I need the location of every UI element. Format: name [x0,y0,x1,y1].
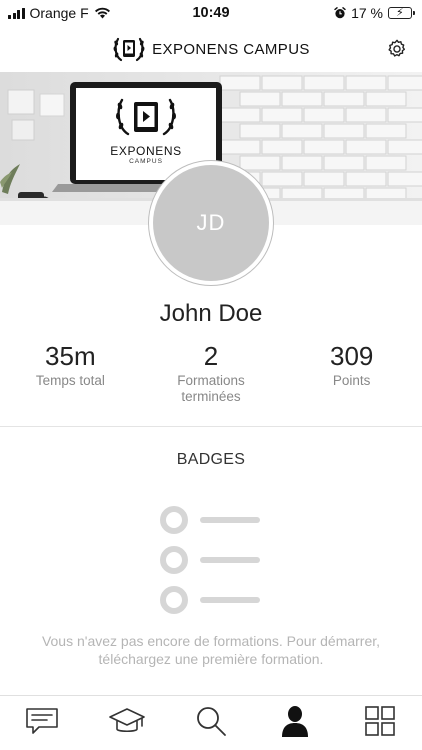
graduation-cap-icon [108,708,145,733]
brand-title: EXPONENS CAMPUS [152,40,310,58]
placeholder-row [160,580,270,620]
wifi-icon [94,7,110,19]
placeholder-row [160,500,270,540]
stats-row: 35m Temps total 2 Formations terminées 3… [0,342,422,405]
tab-messages[interactable] [17,699,67,743]
empty-state-message: Vous n'avez pas encore de formations. Po… [41,633,381,667]
stat-points: 309 Points [281,342,422,405]
user-name: John Doe [159,300,263,327]
stat-value: 2 [203,341,219,371]
laurel-logo-icon [113,37,145,62]
badges-title: BADGES [176,451,246,468]
stat-label: Temps total [35,373,105,388]
status-right: 17 % ⚡ [334,5,415,21]
profile-icon [282,706,309,737]
tab-catalog[interactable] [355,699,405,743]
alarm-icon [334,7,346,19]
signal-icon [8,7,25,19]
tab-search[interactable] [186,699,236,743]
placeholder-line [200,517,260,523]
banner-logo-main: EXPONENS [110,144,182,158]
status-left: Orange F [8,5,111,21]
placeholder-row [160,540,270,580]
settings-button[interactable] [384,36,410,62]
battery-icon: ⚡ [388,7,415,19]
tab-bar [0,695,422,750]
chat-icon [26,708,58,734]
stat-label: Points [332,373,371,388]
placeholder-line [200,557,260,563]
tab-profile[interactable] [270,699,320,743]
gear-icon [388,39,406,57]
search-icon [197,707,226,736]
carrier-name: Orange F [29,5,89,21]
grid-icon [364,706,395,736]
section-divider [0,426,422,427]
avatar[interactable]: JD [153,165,269,281]
status-bar: Orange F 10:49 17 % ⚡ [0,0,422,26]
battery-percent: 17 % [351,5,383,21]
stat-value: 35m [45,341,96,371]
avatar-ring: JD [148,160,274,286]
brand: EXPONENS CAMPUS [112,34,310,64]
placeholder-line [200,597,260,603]
empty-list-illustration [160,500,270,620]
placeholder-dot [160,586,188,614]
stat-value: 309 [329,341,374,371]
app-header: EXPONENS CAMPUS [0,26,422,72]
stat-completed-trainings: 2 Formations terminées [141,342,282,405]
placeholder-dot [160,546,188,574]
tab-trainings[interactable] [102,699,152,743]
avatar-initials: JD [196,210,226,235]
stat-total-time: 35m Temps total [0,342,141,405]
placeholder-dot [160,506,188,534]
stat-label: Formations terminées [177,373,245,404]
